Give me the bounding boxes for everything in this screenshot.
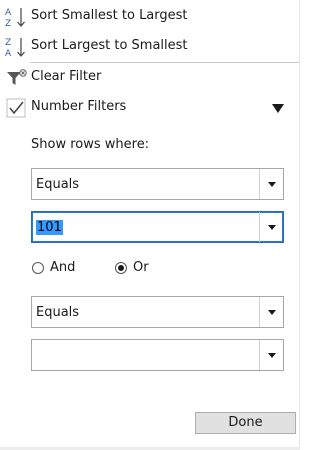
condition1-value-input[interactable]: 101 [31, 211, 284, 243]
condition2-operator-select[interactable]: Equals [31, 296, 284, 328]
condition2-value-input[interactable] [31, 339, 284, 371]
number-filters-label: Number Filters [31, 99, 127, 114]
sort-descending-label: Sort Largest to Smallest [31, 38, 188, 53]
or-radio[interactable]: Or [115, 260, 149, 275]
condition1-value-text: 101 [36, 220, 63, 235]
show-rows-label: Show rows where: [31, 137, 150, 152]
sort-descending-item[interactable]: Z A Sort Largest to Smallest [0, 33, 300, 61]
clear-filter-item[interactable]: Clear Filter [0, 64, 300, 92]
sort-ascending-icon: A Z [5, 8, 25, 29]
chevron-down-icon[interactable] [259, 297, 283, 327]
and-radio-label: And [50, 260, 76, 275]
svg-text:A: A [5, 8, 12, 18]
sort-ascending-label: Sort Smallest to Largest [31, 8, 188, 23]
checkmark-icon [6, 98, 26, 118]
and-radio-circle[interactable] [32, 261, 44, 274]
number-filters-item[interactable]: Number Filters [0, 94, 300, 122]
condition1-operator-select[interactable]: Equals [31, 168, 284, 200]
condition2-operator-value: Equals [36, 305, 80, 320]
condition1-operator-value: Equals [36, 177, 80, 192]
chevron-down-icon[interactable] [259, 340, 283, 370]
or-radio-circle[interactable] [115, 261, 127, 274]
or-radio-label: Or [133, 260, 149, 275]
panel-right-border [299, 0, 300, 450]
number-filter-panel: A Z Sort Smallest to Largest Z A Sort La… [0, 0, 300, 450]
chevron-down-icon[interactable] [259, 212, 283, 242]
menu-separator [30, 62, 300, 63]
done-button[interactable]: Done [195, 412, 296, 434]
collapse-arrow-icon[interactable] [272, 104, 284, 113]
clear-filter-label: Clear Filter [31, 69, 102, 84]
sort-descending-icon: Z A [5, 38, 25, 59]
svg-text:Z: Z [5, 38, 11, 48]
chevron-down-icon[interactable] [259, 169, 283, 199]
svg-text:Z: Z [5, 19, 11, 29]
clear-filter-icon [7, 69, 27, 85]
sort-ascending-item[interactable]: A Z Sort Smallest to Largest [0, 3, 300, 31]
and-radio[interactable]: And [32, 260, 75, 275]
svg-text:A: A [5, 49, 12, 59]
